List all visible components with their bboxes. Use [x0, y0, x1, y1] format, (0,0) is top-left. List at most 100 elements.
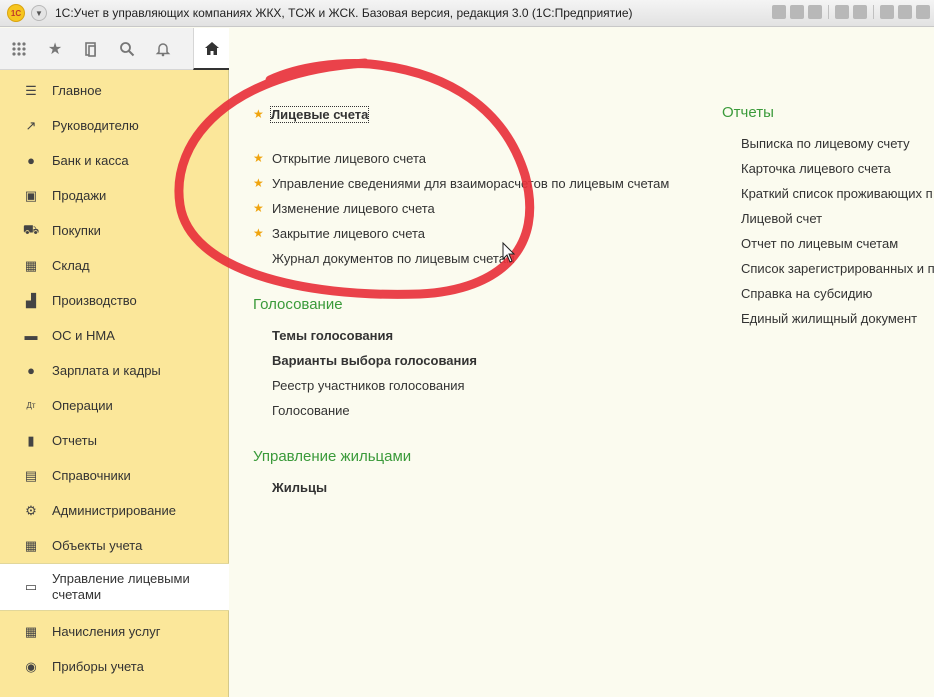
section-title-residents: Управление жильцами	[253, 448, 412, 465]
section-title-voting: Голосование	[253, 296, 343, 313]
sidebar-item-assets[interactable]: ▬ ОС и НМА	[0, 325, 229, 346]
link-documents-journal[interactable]: Журнал документов по лицевым счетам	[272, 251, 515, 266]
sidebar-item-production[interactable]: ▟ Производство	[0, 290, 229, 311]
id-card-icon: ▭	[24, 579, 38, 594]
warehouse-grid-icon: ▦	[24, 257, 38, 273]
toolbar-divider	[828, 5, 829, 19]
window-title-bar: 1С ▼ 1С:Учет в управляющих компаниях ЖКХ…	[0, 0, 934, 27]
toolbar-divider	[873, 5, 874, 19]
window-toolbar	[772, 5, 930, 19]
sidebar-item-label: Склад	[52, 257, 90, 273]
sidebar-item-label: Производство	[52, 292, 137, 308]
trend-chart-icon: ↗	[25, 117, 37, 133]
link-voting[interactable]: Голосование	[272, 403, 350, 418]
favorite-star-icon[interactable]: ★	[253, 107, 264, 121]
link-close-account[interactable]: Закрытие лицевого счета	[272, 226, 425, 241]
sidebar-item-label: Операции	[52, 397, 113, 413]
books-icon: ▤	[24, 467, 38, 483]
shopping-cart-icon: ⛟	[22, 221, 40, 237]
section-content: ★ Лицевые счета ★ Открытие лицевого счет…	[229, 40, 934, 697]
link-report-statement[interactable]: Выписка по лицевому счету	[741, 136, 910, 151]
sidebar-item-label: Справочники	[52, 467, 131, 483]
sidebar-item-label: Покупки	[52, 222, 101, 238]
calculator-icon: ▦	[24, 623, 38, 639]
home-icon	[204, 41, 219, 55]
factory-icon: ▟	[26, 292, 36, 308]
section-title-reports: Отчеты	[722, 104, 774, 121]
calculator-icon[interactable]	[880, 5, 894, 19]
link-voting-topics[interactable]: Темы голосования	[272, 328, 393, 343]
link-report-registered-list[interactable]: Список зарегистрированных и п	[741, 261, 934, 276]
sidebar-item-administration[interactable]: ⚙ Администрирование	[0, 500, 229, 521]
link-report-accounts[interactable]: Отчет по лицевым счетам	[741, 236, 898, 251]
favorite-star-icon[interactable]: ★	[253, 201, 264, 215]
link-residents[interactable]: Жильцы	[272, 480, 327, 495]
favorite-star-icon[interactable]: ★	[253, 176, 264, 190]
window-icon[interactable]	[916, 5, 930, 19]
attach-icon[interactable]	[853, 5, 867, 19]
sidebar-item-label: Банк и касса	[52, 152, 129, 168]
bar-chart-icon: ▮	[27, 432, 35, 448]
sidebar-item-label: Администрирование	[52, 502, 176, 518]
sidebar-item-label: Продажи	[52, 187, 107, 203]
sidebar-item-reports[interactable]: ▮ Отчеты	[0, 430, 229, 451]
home-tab[interactable]	[193, 28, 229, 70]
link-change-account[interactable]: Изменение лицевого счета	[272, 201, 435, 216]
gear-icon: ⚙	[25, 502, 37, 518]
sidebar-item-purchases[interactable]: ⛟ Покупки	[0, 220, 229, 241]
link-report-unified-housing[interactable]: Единый жилищный документ	[741, 311, 917, 326]
building-grid-icon: ▦	[24, 537, 38, 553]
sidebar-item-label: Управление лицевыми счетами	[52, 571, 190, 603]
link-report-account-card[interactable]: Карточка лицевого счета	[741, 161, 891, 176]
link-voting-options[interactable]: Варианты выбора голосования	[272, 353, 477, 368]
sidebar-item-label: Приборы учета	[52, 658, 144, 674]
link-open-account[interactable]: Открытие лицевого счета	[272, 151, 426, 166]
notifications-bell-icon[interactable]	[154, 40, 172, 58]
search-icon[interactable]	[118, 40, 136, 58]
person-icon: ●	[27, 363, 35, 378]
sidebar-item-directories[interactable]: ▤ Справочники	[0, 465, 229, 486]
sidebar-item-bank[interactable]: ● Банк и касса	[0, 150, 229, 171]
history-icon[interactable]	[82, 40, 100, 58]
shopping-bag-icon: ▣	[24, 187, 38, 203]
preview-icon[interactable]	[808, 5, 822, 19]
link-report-personal-account[interactable]: Лицевой счет	[741, 211, 822, 226]
calendar-icon[interactable]	[898, 5, 912, 19]
meter-dial-icon: ◉	[25, 658, 37, 674]
debit-credit-icon: Дт	[26, 401, 36, 410]
sidebar-item-label: Зарплата и кадры	[52, 362, 161, 378]
sidebar-item-payroll[interactable]: ● Зарплата и кадры	[0, 360, 229, 381]
sidebar-item-label: Объекты учета	[52, 537, 143, 553]
favorite-star-icon[interactable]: ★	[253, 226, 264, 240]
main-menu-button[interactable]: ▼	[31, 5, 47, 21]
sidebar-item-label: Главное	[52, 82, 102, 98]
sidebar-item-label-line: Управление лицевыми	[52, 571, 190, 586]
save-icon[interactable]	[772, 5, 786, 19]
sidebar-item-main[interactable]: ☰ Главное	[0, 80, 229, 101]
print-icon[interactable]	[790, 5, 804, 19]
sidebar-item-warehouse[interactable]: ▦ Склад	[0, 255, 229, 276]
menu-lines-icon: ☰	[25, 82, 37, 98]
favorite-star-icon[interactable]: ★	[253, 151, 264, 165]
sidebar-item-operations[interactable]: Дт Операции	[0, 395, 229, 416]
sidebar-item-manager[interactable]: ↗ Руководителю	[0, 115, 229, 136]
sidebar-item-label-line: счетами	[52, 587, 102, 602]
ruble-coin-icon: ●	[27, 153, 35, 168]
sidebar-item-label: Начисления услуг	[52, 623, 161, 639]
link-report-subsidy[interactable]: Справка на субсидию	[741, 286, 872, 301]
sidebar-item-label: ОС и НМА	[52, 327, 115, 343]
sidebar-item-personal-accounts[interactable]: ▭ Управление лицевыми счетами	[0, 563, 229, 611]
link-settlement-info[interactable]: Управление сведениями для взаиморасчетов…	[272, 176, 669, 191]
upload-icon[interactable]	[835, 5, 849, 19]
sidebar-item-charges[interactable]: ▦ Начисления услуг	[0, 621, 229, 642]
apps-grid-icon[interactable]	[10, 40, 28, 58]
sidebar-item-label: Отчеты	[52, 432, 97, 448]
favorites-star-icon[interactable]: ★	[46, 40, 64, 58]
link-voting-participants[interactable]: Реестр участников голосования	[272, 378, 465, 393]
window-title: 1С:Учет в управляющих компаниях ЖКХ, ТСЖ…	[55, 6, 633, 20]
sidebar-item-meters[interactable]: ◉ Приборы учета	[0, 656, 229, 677]
link-report-residents-list[interactable]: Краткий список проживающих п	[741, 186, 933, 201]
sidebar-item-sales[interactable]: ▣ Продажи	[0, 185, 229, 206]
sidebar-item-accounting-objects[interactable]: ▦ Объекты учета	[0, 535, 229, 556]
link-personal-accounts[interactable]: Лицевые счета	[269, 106, 370, 123]
